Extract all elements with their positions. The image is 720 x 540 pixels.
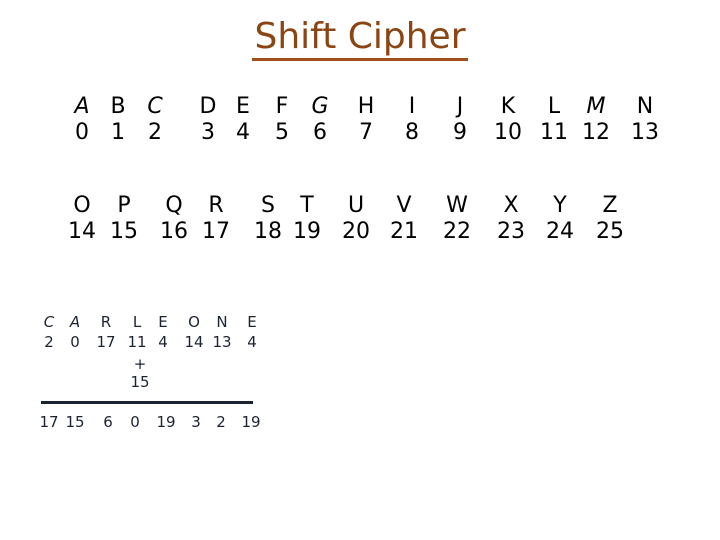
ciphertext-number: 15: [65, 413, 85, 431]
alphabet-number: 8: [405, 120, 419, 145]
alphabet-cell-k: K 10: [483, 94, 533, 146]
alphabet-number: 23: [497, 219, 525, 244]
alphabet-cell-c: C2: [130, 94, 180, 146]
alphabet-letter: P: [117, 193, 131, 218]
alphabet-letter: X: [503, 193, 519, 218]
alphabet-number: 7: [359, 120, 373, 145]
ciphertext-number: 19: [241, 413, 261, 431]
alphabet-number: 13: [631, 120, 659, 145]
plus-operator: +: [133, 355, 147, 373]
alphabet-number: 9: [453, 120, 467, 145]
alphabet-letter: Z: [602, 193, 618, 218]
alphabet-letter: K: [500, 94, 516, 119]
slide-title: Shift Cipher: [0, 14, 720, 61]
alphabet-cell-i: I8: [387, 94, 437, 146]
alphabet-letter: I: [408, 94, 416, 119]
ciphertext-number: 0: [130, 413, 140, 431]
alphabet-letter: M: [586, 94, 606, 119]
alphabet-letter: G: [311, 94, 329, 119]
alphabet-letter: Y: [553, 193, 567, 218]
alphabet-letter: H: [357, 94, 375, 119]
alphabet-number: 20: [342, 219, 370, 244]
alphabet-number: 2: [148, 120, 162, 145]
plaintext-letter: E: [247, 313, 257, 331]
ciphertext-number: 6: [103, 413, 113, 431]
alphabet-number: 12: [582, 120, 610, 145]
alphabet-cell-t: T 19: [282, 193, 332, 245]
alphabet-cell-r: R 17: [191, 193, 241, 245]
alphabet-cell-z: Z 25: [585, 193, 635, 245]
alphabet-cell-w: W 22: [432, 193, 482, 245]
ciphertext-number: 2: [216, 413, 226, 431]
alphabet-number: 24: [546, 219, 574, 244]
alphabet-letter: C: [147, 94, 163, 119]
alphabet-number: 15: [110, 219, 138, 244]
alphabet-number: 17: [202, 219, 230, 244]
shift-value: 15: [130, 373, 150, 391]
plaintext-cell: E4: [232, 312, 272, 352]
alphabet-cell-x: X 23: [486, 193, 536, 245]
alphabet-number: 21: [390, 219, 418, 244]
alphabet-letter: R: [208, 193, 224, 218]
alphabet-letter: J: [456, 94, 464, 119]
alphabet-number: 25: [596, 219, 624, 244]
ciphertext-number: 19: [156, 413, 176, 431]
alphabet-cell-n: N 13: [620, 94, 670, 146]
plaintext-number: 4: [247, 333, 257, 351]
alphabet-cell-y: Y 24: [535, 193, 585, 245]
alphabet-letter: U: [347, 193, 365, 218]
alphabet-number: 22: [443, 219, 471, 244]
alphabet-number: 19: [293, 219, 321, 244]
alphabet-letter: W: [446, 193, 468, 218]
alphabet-letter: N: [636, 94, 654, 119]
title-text: Shift Cipher: [252, 16, 468, 61]
alphabet-number: 6: [313, 120, 327, 145]
alphabet-cell-u: U 20: [331, 193, 381, 245]
alphabet-cell-h: H7: [341, 94, 391, 146]
alphabet-number: 10: [494, 120, 522, 145]
alphabet-cell-m: M 12: [571, 94, 621, 146]
alphabet-cell-p: P 15: [99, 193, 149, 245]
alphabet-letter: T: [300, 193, 314, 218]
alphabet-cell-v: V 21: [379, 193, 429, 245]
alphabet-letter: V: [396, 193, 412, 218]
alphabet-cell-j: J9: [435, 94, 485, 146]
sum-rule-line: [41, 401, 253, 404]
alphabet-cell-g: G6: [295, 94, 345, 146]
